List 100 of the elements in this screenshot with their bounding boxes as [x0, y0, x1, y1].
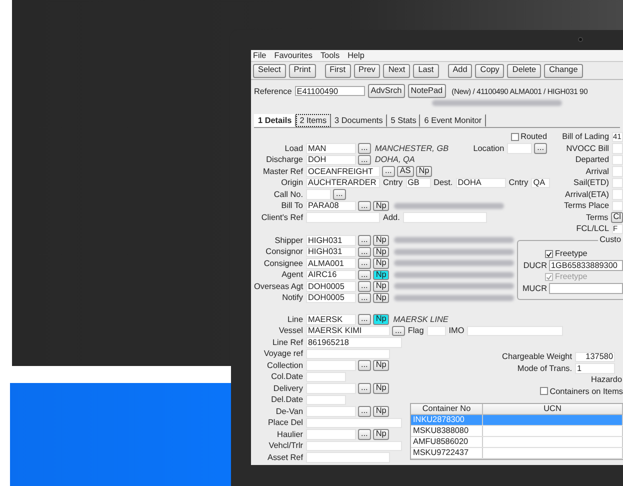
- input-field[interactable]: DOH0005: [306, 292, 356, 303]
- reference-button[interactable]: NotePad: [408, 84, 446, 98]
- toolbar-button[interactable]: First: [324, 64, 351, 78]
- column-header[interactable]: Container No: [411, 404, 483, 415]
- small-button[interactable]: AS: [396, 166, 414, 176]
- reference-button[interactable]: AdvSrch: [368, 84, 405, 98]
- small-button[interactable]: Np: [372, 200, 390, 211]
- field-label: Line Ref: [272, 338, 303, 347]
- input-field[interactable]: PARA08: [306, 200, 356, 211]
- small-button[interactable]: ...: [358, 383, 371, 394]
- column-header[interactable]: UCN: [483, 404, 623, 415]
- input-field[interactable]: OCEANFREIGHT: [306, 166, 380, 176]
- small-button[interactable]: ...: [534, 143, 547, 154]
- toolbar-button[interactable]: Next: [383, 64, 410, 78]
- toolbar-button[interactable]: Print: [288, 64, 316, 78]
- field-label: Sail(ETD): [572, 178, 609, 188]
- field-label: Origin: [280, 178, 303, 188]
- small-button[interactable]: ...: [358, 143, 371, 154]
- toolbar-button[interactable]: Prev: [354, 64, 380, 78]
- field-label: Terms Place: [562, 201, 609, 210]
- small-button[interactable]: ...: [358, 154, 371, 165]
- highlighted-button[interactable]: Np: [372, 314, 390, 324]
- small-button[interactable]: Np: [372, 360, 390, 370]
- input-field[interactable]: MAERSK: [306, 314, 356, 324]
- small-button[interactable]: ...: [358, 360, 371, 370]
- tab[interactable]: 6 Event Monitor: [420, 114, 486, 127]
- tab[interactable]: 2 Items: [296, 114, 331, 127]
- small-button[interactable]: ...: [358, 314, 371, 324]
- input-field[interactable]: 1GB65833889300: [549, 260, 623, 270]
- table-row[interactable]: MSKU8388080: [411, 426, 623, 437]
- input-field[interactable]: MAERSK KIMI: [306, 326, 390, 336]
- small-button[interactable]: ...: [358, 292, 371, 303]
- input-field[interactable]: GB: [406, 178, 431, 188]
- input-field[interactable]: MAN: [306, 143, 356, 154]
- field-label: Cntry: [383, 178, 403, 188]
- input-field[interactable]: 137580: [575, 352, 615, 362]
- input-field[interactable]: [549, 283, 623, 294]
- table-cell: INKU2878300: [411, 415, 483, 425]
- field-label: Reference: [254, 86, 292, 96]
- input-field[interactable]: DOHA: [456, 178, 506, 188]
- small-button[interactable]: ...: [392, 326, 405, 336]
- table-row[interactable]: MSKU9722437: [411, 448, 623, 459]
- small-button[interactable]: ...: [382, 166, 395, 176]
- small-button[interactable]: Cl: [611, 212, 623, 222]
- input-field[interactable]: 861965218: [306, 337, 402, 348]
- tab[interactable]: 5 Stats: [386, 114, 420, 127]
- small-button[interactable]: ...: [358, 258, 371, 268]
- field-label: Del.Date: [270, 395, 303, 404]
- field-label: Collection: [266, 360, 303, 370]
- table-row[interactable]: AMFU8586020: [411, 437, 623, 448]
- description-text: DOHA, QA: [374, 155, 415, 164]
- checkbox[interactable]: [545, 250, 553, 258]
- small-button[interactable]: ...: [358, 246, 371, 257]
- small-button[interactable]: ...: [358, 406, 371, 416]
- input-field[interactable]: HIGH031: [306, 235, 356, 246]
- small-button[interactable]: Np: [416, 166, 432, 176]
- small-button[interactable]: Np: [372, 292, 390, 303]
- field-label: Bill of Lading: [561, 132, 609, 142]
- highlighted-button[interactable]: Np: [372, 270, 390, 280]
- toolbar-button[interactable]: Select: [253, 64, 286, 78]
- toolbar-button[interactable]: Last: [413, 64, 439, 78]
- small-button[interactable]: Np: [372, 235, 390, 246]
- small-button[interactable]: Np: [372, 406, 390, 416]
- menu-item[interactable]: File: [253, 51, 266, 60]
- checkbox[interactable]: [540, 387, 548, 396]
- input-field[interactable]: AIRC16: [306, 270, 356, 280]
- small-button[interactable]: Np: [372, 281, 390, 292]
- small-button[interactable]: ...: [358, 281, 371, 292]
- toolbar-button[interactable]: Delete: [507, 64, 542, 78]
- small-button[interactable]: ...: [358, 429, 371, 440]
- small-button[interactable]: Np: [372, 246, 390, 257]
- small-button[interactable]: Np: [372, 429, 390, 440]
- field-label: Dest.: [434, 178, 453, 188]
- toolbar-button[interactable]: Add: [448, 64, 472, 78]
- small-button[interactable]: ...: [358, 200, 371, 211]
- tab[interactable]: 3 Documents: [330, 114, 387, 127]
- field-label: Terms: [584, 212, 608, 222]
- checkbox-label: Containers on Items: [550, 386, 623, 396]
- toolbar-button[interactable]: Copy: [475, 64, 504, 78]
- small-button[interactable]: ...: [358, 270, 371, 280]
- menu-item[interactable]: Favourites: [274, 51, 312, 60]
- small-button[interactable]: ...: [358, 235, 371, 246]
- reference-field[interactable]: E41100490: [294, 86, 365, 96]
- group-title: Custo: [598, 234, 623, 244]
- small-button[interactable]: Np: [372, 258, 390, 268]
- tab[interactable]: 1 Details: [254, 114, 296, 127]
- menu-item[interactable]: Help: [348, 51, 364, 60]
- input-field[interactable]: DOH: [306, 154, 356, 165]
- small-button[interactable]: Np: [372, 383, 390, 394]
- checkbox[interactable]: [510, 132, 519, 141]
- menu-item[interactable]: Tools: [320, 51, 340, 60]
- input-field[interactable]: AUCHTERARDER: [306, 178, 380, 188]
- input-field[interactable]: HIGH031: [306, 246, 356, 257]
- input-field[interactable]: ALMA001: [306, 258, 356, 268]
- small-button[interactable]: ...: [333, 189, 346, 200]
- toolbar-button[interactable]: Change: [544, 64, 583, 78]
- input-field[interactable]: QA: [531, 178, 550, 188]
- field-label: Cntry: [508, 178, 528, 188]
- input-field[interactable]: DOH0005: [306, 281, 356, 292]
- input-field[interactable]: 1: [575, 363, 615, 374]
